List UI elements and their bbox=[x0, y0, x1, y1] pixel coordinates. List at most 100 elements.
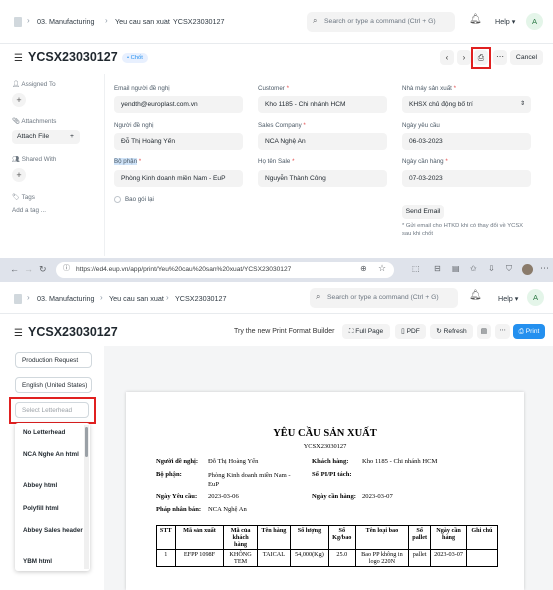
help-menu[interactable]: Help ▾ bbox=[495, 17, 515, 26]
bag-checkbox[interactable] bbox=[114, 196, 121, 203]
cancel-button[interactable]: Cancel bbox=[510, 50, 543, 65]
document-icon: ▤ bbox=[480, 328, 488, 335]
breadcrumb-module[interactable]: 03. Manufacturing bbox=[37, 294, 95, 303]
letterhead-option[interactable]: No Letterhead bbox=[23, 429, 65, 436]
split-view-icon[interactable]: ⊟ bbox=[434, 264, 441, 273]
required-mark: * bbox=[138, 158, 142, 165]
browser-menu-icon[interactable]: ⋯ bbox=[540, 263, 549, 274]
extension-icon[interactable]: ⬚ bbox=[412, 264, 420, 273]
app-logo[interactable] bbox=[14, 17, 22, 27]
plus-icon: + bbox=[16, 95, 22, 105]
prev-doc-button[interactable]: ‹ bbox=[440, 50, 454, 65]
favorites-icon[interactable]: ✩ bbox=[470, 264, 477, 273]
customer-field[interactable]: Kho 1185 - Chi nhánh HCM bbox=[258, 96, 387, 113]
print-button[interactable]: ⎙ bbox=[474, 50, 488, 65]
needed-date-key: Ngày cần hàng: bbox=[312, 493, 356, 500]
downloads-icon[interactable]: ⇩ bbox=[488, 264, 495, 273]
add-share-button[interactable]: + bbox=[12, 168, 26, 182]
required-mark: * bbox=[303, 122, 306, 129]
more-menu-button[interactable]: ⋯ bbox=[493, 50, 507, 65]
refresh-icon: ↻ bbox=[436, 328, 442, 335]
address-bar[interactable]: https://ed4.eup.vn/app/print/Yeu%20cau%2… bbox=[56, 262, 394, 278]
letterhead-option[interactable]: Abbey Sales header bbox=[23, 527, 83, 535]
requester-field[interactable]: Đỗ Thị Hoàng Yến bbox=[114, 133, 243, 150]
chevron-right-icon: › bbox=[462, 53, 466, 62]
hamburger-menu-icon[interactable]: ☰ bbox=[14, 53, 23, 64]
department-label-text: Bộ phận bbox=[114, 158, 138, 165]
forward-arrow-icon[interactable]: → bbox=[24, 264, 33, 274]
dropdown-scroll-thumb[interactable] bbox=[85, 427, 88, 457]
customer-label: Customer * bbox=[258, 85, 289, 92]
refresh-button[interactable]: ↻ Refresh bbox=[430, 324, 473, 339]
send-email-button[interactable]: Send Email bbox=[402, 205, 444, 219]
request-date-field[interactable]: 06-03-2023 bbox=[402, 133, 531, 150]
breadcrumb-docname[interactable]: YCSX23030127 bbox=[175, 294, 227, 303]
sale-name-label-text: Họ tên Sale bbox=[258, 158, 291, 165]
table-cell: pallet bbox=[408, 549, 432, 567]
profile-avatar[interactable] bbox=[522, 264, 533, 275]
add-tag-link[interactable]: Add a tag ... bbox=[12, 207, 46, 214]
breadcrumb-module[interactable]: 03. Manufacturing bbox=[37, 17, 95, 26]
print-builder-link[interactable]: Try the new Print Format Builder bbox=[234, 328, 335, 335]
assigned-to-heading: 👤︎ Assigned To bbox=[12, 81, 56, 88]
breadcrumb-separator: › bbox=[27, 16, 30, 25]
more-menu-button[interactable]: ⋯ bbox=[495, 324, 510, 339]
sales-company-label: Sales Company * bbox=[258, 122, 306, 129]
letterhead-select[interactable]: Select Letterhead bbox=[15, 402, 89, 418]
sale-name-label: Họ tên Sale * bbox=[258, 158, 295, 165]
avatar[interactable]: A bbox=[527, 289, 544, 306]
language-select[interactable]: English (United States) bbox=[15, 377, 92, 393]
pdf-button[interactable]: ▯ PDF bbox=[395, 324, 426, 339]
sale-name-field[interactable]: Nguyễn Thành Công bbox=[258, 170, 387, 187]
email-field[interactable]: yendth@europlast.com.vn bbox=[114, 96, 243, 113]
zoom-icon[interactable]: ⊕ bbox=[360, 264, 367, 273]
more-icon: ⋯ bbox=[499, 327, 506, 334]
attach-file-button[interactable]: Attach File + bbox=[12, 130, 80, 144]
shield-icon[interactable]: ⛉ bbox=[506, 264, 512, 274]
doc-heading: YÊU CẦU SẢN XUẤT bbox=[273, 428, 377, 439]
full-page-button[interactable]: ⛶ Full Page bbox=[342, 324, 390, 339]
requester-value: Đỗ Thị Hoàng Yến bbox=[208, 458, 259, 465]
attachments-heading: 📎︎ Attachments bbox=[12, 118, 57, 125]
sales-company-field[interactable]: NCA Nghệ An bbox=[258, 133, 387, 150]
needed-date-field[interactable]: 07-03-2023 bbox=[402, 170, 531, 187]
reload-icon[interactable]: ↻ bbox=[39, 264, 47, 275]
col-header: Mã sản xuất bbox=[174, 525, 225, 550]
required-mark: * bbox=[453, 85, 457, 92]
bookmark-star-icon[interactable]: ☆ bbox=[378, 263, 386, 274]
page-title: YCSX23030127 bbox=[28, 50, 118, 64]
search-bar[interactable]: ⌕ Search or type a command (Ctrl + G) bbox=[310, 288, 458, 308]
print-format-select[interactable]: Production Request bbox=[15, 352, 92, 368]
hamburger-menu-icon[interactable]: ☰ bbox=[14, 328, 23, 339]
breadcrumb-doctype[interactable]: Yeu cau san xuat bbox=[109, 294, 164, 303]
customer-key: Khách hàng: bbox=[312, 458, 349, 465]
letterhead-option[interactable]: Polyfill html bbox=[23, 505, 59, 512]
bell-icon[interactable]: 🔔︎ bbox=[469, 14, 482, 25]
site-info-icon[interactable]: ⓘ bbox=[63, 263, 70, 273]
breadcrumb-docname[interactable]: YCSX23030127 bbox=[173, 17, 225, 26]
shared-with-label: Shared With bbox=[21, 156, 57, 163]
department-field[interactable]: Phòng Kinh doanh miền Nam - EuP bbox=[114, 170, 243, 187]
letterhead-option[interactable]: Abbey html bbox=[23, 482, 57, 489]
print-primary-button[interactable]: ⎙ Print bbox=[513, 324, 545, 339]
dropdown-scrollbar[interactable] bbox=[84, 425, 89, 569]
required-mark: * bbox=[445, 158, 448, 165]
add-assignee-button[interactable]: + bbox=[12, 93, 26, 107]
avatar[interactable]: A bbox=[526, 13, 543, 30]
letterhead-option[interactable]: NCA Nghe An html bbox=[23, 451, 83, 459]
print-settings-button[interactable]: ▤ bbox=[477, 324, 491, 339]
breadcrumb-doctype[interactable]: Yeu cau san xuat bbox=[115, 17, 170, 26]
letterhead-option[interactable]: YBM html bbox=[23, 558, 52, 565]
back-arrow-icon[interactable]: ← bbox=[10, 264, 19, 274]
search-bar[interactable]: ⌕ Search or type a command (Ctrl + G) bbox=[307, 12, 455, 32]
app-logo[interactable] bbox=[14, 294, 22, 304]
table-cell: Bao PP không in logo 220N bbox=[354, 549, 410, 567]
help-menu[interactable]: Help ▾ bbox=[498, 294, 518, 303]
request-date-key: Ngày Yêu cầu: bbox=[156, 493, 198, 500]
next-doc-button[interactable]: › bbox=[457, 50, 471, 65]
collections-icon[interactable]: ▤ bbox=[452, 264, 460, 273]
factory-select[interactable]: KHSX chủ động bố trí ⇕ bbox=[402, 96, 531, 113]
chevron-left-icon: ‹ bbox=[445, 53, 449, 62]
bell-icon[interactable]: 🔔︎ bbox=[469, 290, 482, 301]
table-cell: 2023-03-07 bbox=[430, 549, 467, 567]
